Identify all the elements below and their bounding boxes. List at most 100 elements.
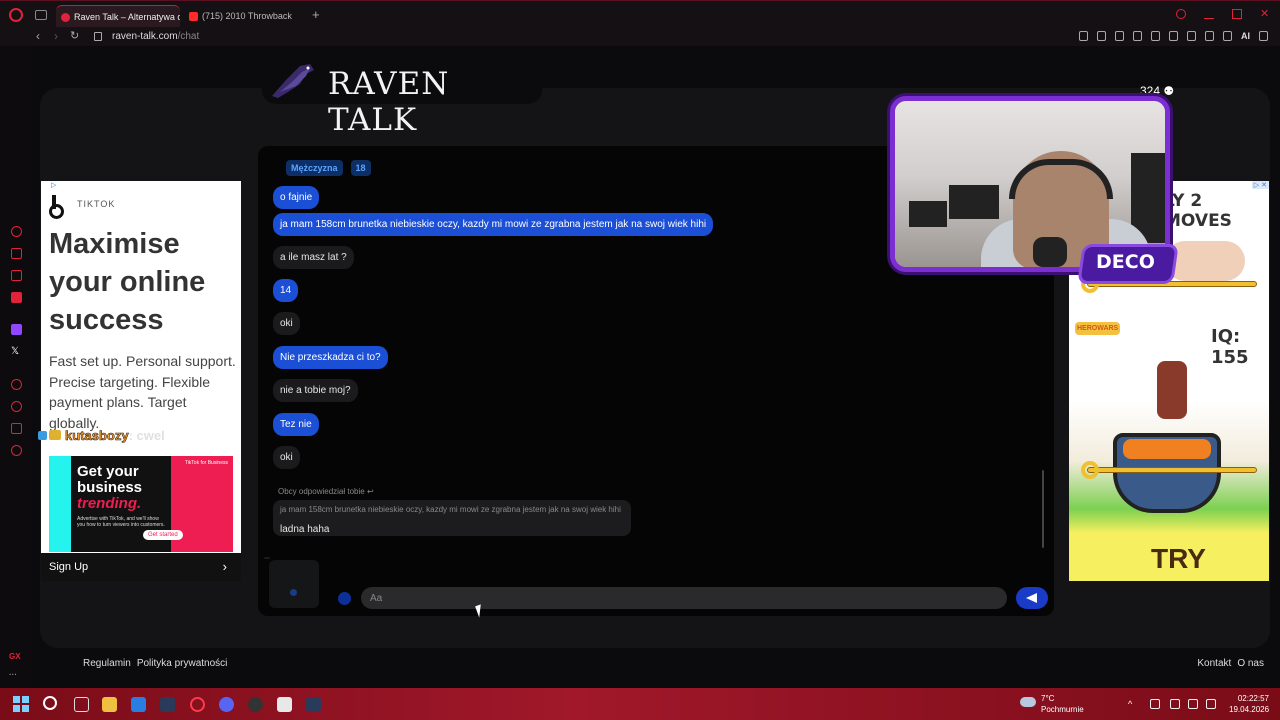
clock-date: 19.04.2026 (1229, 705, 1270, 714)
footer-link-privacy[interactable]: Polityka prywatności (137, 658, 228, 669)
reply-text: ladna haha (280, 524, 330, 535)
new-tab-icon[interactable]: + (312, 8, 320, 21)
ad-brand-row: TIKTOK (49, 194, 115, 219)
ad-signup-button[interactable]: Sign Up › (41, 553, 241, 581)
chat-message-sent: Tez nie (273, 413, 319, 436)
adchoices-icon[interactable]: ▷ (51, 181, 56, 189)
speaker-icon[interactable] (1188, 699, 1198, 709)
search-tabs-icon[interactable] (1176, 9, 1186, 19)
settings-icon[interactable] (11, 445, 22, 456)
url-field[interactable]: raven-talk.com/chat (112, 31, 199, 42)
gx-control-icon[interactable] (11, 226, 22, 237)
back-icon[interactable]: ‹ (36, 29, 40, 43)
ad-image-line3: trending. (77, 495, 142, 512)
youtube-favicon-icon (189, 12, 198, 21)
microphone-icon[interactable] (1170, 699, 1180, 709)
partner-gender-badge: Mężczyzna (286, 160, 343, 176)
crop-icon[interactable] (1115, 31, 1124, 41)
steam-icon[interactable] (160, 697, 175, 712)
search-icon[interactable] (43, 696, 57, 710)
outlook-icon[interactable] (131, 697, 146, 712)
partner-info: Mężczyzna 18 (286, 160, 371, 176)
download-icon[interactable] (1205, 31, 1214, 41)
chevron-right-icon: › (222, 559, 227, 574)
reload-icon[interactable]: ↻ (70, 29, 79, 42)
tab-raven-talk[interactable]: Raven Talk – Alternatywa d (56, 5, 180, 27)
send-button[interactable] (1016, 587, 1048, 609)
raven-logo-icon (272, 64, 314, 98)
snapshot-icon[interactable] (1097, 31, 1106, 41)
cloud-icon[interactable] (1020, 697, 1036, 707)
forward-icon[interactable]: › (54, 29, 58, 43)
footer-link-about[interactable]: O nas (1237, 658, 1264, 669)
ad-image-line1: Get your (77, 463, 139, 480)
network-icon[interactable] (1150, 699, 1160, 709)
weather-widget[interactable]: 7°C Pochmurnie (1041, 693, 1084, 715)
ad-game-hero (1157, 361, 1187, 419)
chat-message-received: a ile masz lat ? (273, 246, 354, 269)
ad-image[interactable]: Get your business trending. Advertise with… (49, 456, 233, 552)
menu-icon[interactable] (1259, 31, 1268, 41)
history-icon[interactable] (11, 401, 22, 412)
tab-youtube[interactable]: (715) 2010 Throwback (184, 5, 304, 27)
maximize-icon[interactable] (1232, 9, 1242, 19)
tiktok-logo-icon (49, 194, 67, 219)
close-icon[interactable]: ✕ (1260, 9, 1270, 20)
play-icon[interactable] (1133, 31, 1142, 41)
ai-button[interactable]: AI (1241, 31, 1250, 41)
ad-image-cta[interactable]: Get started (143, 530, 183, 540)
next-partner-button[interactable] (264, 557, 319, 608)
footer-right-links: Kontakt O nas (1191, 658, 1264, 669)
pinboard-icon[interactable] (11, 423, 22, 434)
site-logo[interactable]: RAVEN TALK (262, 56, 542, 138)
footer-link-terms[interactable]: Regulamin (83, 658, 131, 669)
emoji-icon[interactable] (338, 592, 351, 605)
task-view-icon[interactable] (74, 697, 89, 712)
partner-age-badge: 18 (350, 160, 371, 176)
ad-game-pot (1113, 433, 1221, 513)
twitch-icon[interactable] (11, 324, 22, 335)
tab-islands-icon[interactable] (35, 10, 47, 20)
webcam-microphone (1033, 237, 1067, 267)
message-input[interactable] (361, 587, 1007, 609)
toolbar-icons: AI (1079, 31, 1268, 41)
app-icon[interactable] (248, 697, 263, 712)
player-icon[interactable] (11, 379, 22, 390)
adchoices-icon[interactable]: ▷ ✕ (1251, 181, 1269, 189)
discord-icon[interactable] (219, 697, 234, 712)
x-icon[interactable]: 𝕏 (11, 346, 22, 357)
discord-icon[interactable] (11, 270, 22, 281)
reply-icon: ↩ (366, 487, 374, 496)
opera-gx-icon[interactable] (190, 697, 205, 712)
clock-time: 02:22:57 (1237, 694, 1269, 703)
users-icon: ⚉ (1163, 84, 1175, 98)
steam-icon[interactable] (306, 697, 321, 712)
clock[interactable]: 02:22:57 19.04.2026 (1229, 693, 1269, 715)
minimize-icon[interactable] (1204, 9, 1214, 19)
reply-label: Obcy odpowiedział tobie ↩ (278, 487, 374, 496)
webcam-monitor (909, 201, 947, 227)
chevron-up-icon[interactable]: ^ (1128, 699, 1138, 709)
file-explorer-icon[interactable] (102, 697, 117, 712)
more-icon[interactable]: ··· (9, 670, 17, 679)
chat-scrollbar[interactable] (1042, 470, 1044, 548)
windows-start-icon[interactable] (13, 696, 29, 712)
gx-badge[interactable]: GX (9, 652, 21, 661)
ad-game-headline: LY 2 MOVES (1164, 191, 1232, 231)
esc-key-hint (264, 557, 270, 559)
share-icon[interactable] (1223, 31, 1232, 41)
extensions-icon[interactable] (1169, 31, 1178, 41)
pin-icon[interactable] (1079, 31, 1088, 41)
gx-corner-icon[interactable] (11, 248, 22, 259)
ad-game-cta[interactable]: TRY (1151, 543, 1206, 575)
ad-banner-tiktok[interactable]: ▷ TIKTOK Maximise your online success Fa… (41, 181, 241, 581)
heart-icon[interactable] (1151, 31, 1160, 41)
footer-link-contact[interactable]: Kontakt (1197, 658, 1231, 669)
notepad-icon[interactable] (277, 697, 292, 712)
ad-image-line2: business (77, 479, 143, 496)
messenger-icon[interactable] (11, 292, 22, 303)
volume-icon[interactable] (1206, 699, 1216, 709)
lock-icon[interactable] (94, 32, 102, 41)
wallet-icon[interactable] (1187, 31, 1196, 41)
opera-logo-icon[interactable] (9, 8, 23, 22)
